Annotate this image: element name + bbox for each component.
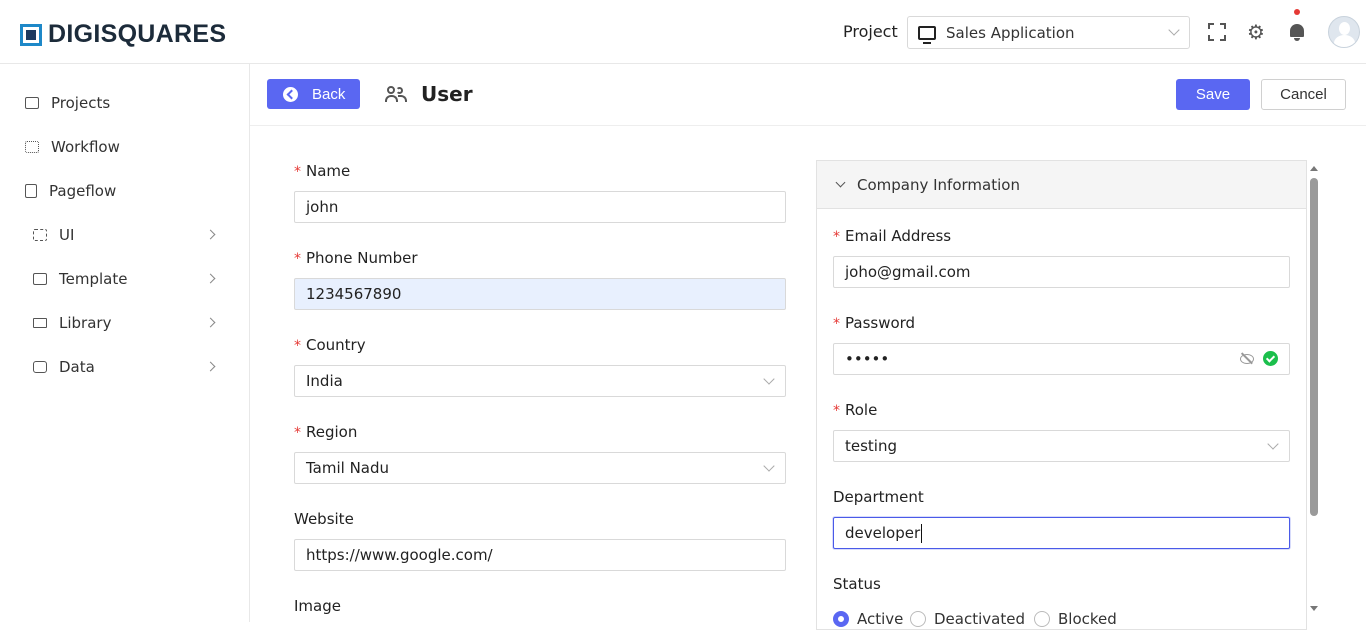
email-input[interactable]: joho@gmail.com (833, 256, 1290, 288)
role-label: * Role (833, 401, 878, 419)
chevron-down-icon (1168, 24, 1180, 36)
chevron-right-icon (205, 229, 216, 240)
workflow-icon (25, 141, 39, 153)
chevron-down-icon (763, 460, 775, 472)
sidebar: Projects Workflow Pageflow UI Template L… (0, 64, 250, 622)
brand-name: DIGISQUARES (48, 20, 227, 48)
department-label: Department (833, 488, 924, 506)
ui-grid-icon (33, 229, 47, 241)
phone-input[interactable]: 1234567890 (294, 278, 786, 310)
required-mark: * (294, 164, 301, 180)
project-label: Project (843, 22, 898, 41)
page-title: User (421, 82, 473, 106)
sidebar-item-ui[interactable]: UI (0, 220, 249, 250)
eye-off-icon[interactable] (1240, 352, 1254, 364)
folder-open-icon (25, 97, 39, 109)
country-label: * Country (294, 336, 366, 354)
role-select[interactable]: testing (833, 430, 1290, 462)
phone-label: * Phone Number (294, 249, 418, 267)
notification-dot (1294, 9, 1300, 15)
status-radio-deactivated[interactable] (910, 611, 926, 627)
chevron-right-icon (205, 317, 216, 328)
sidebar-item-label: Projects (51, 94, 111, 112)
pageflow-icon (25, 184, 37, 198)
department-input[interactable]: developer (833, 517, 1290, 549)
scroll-down-arrow-icon[interactable] (1310, 606, 1318, 611)
status-radio-blocked[interactable] (1034, 611, 1050, 627)
logo-mark-icon (20, 23, 42, 46)
sidebar-item-workflow[interactable]: Workflow (0, 132, 249, 162)
chevron-right-icon (205, 361, 216, 372)
scroll-thumb[interactable] (1310, 178, 1318, 516)
website-label: Website (294, 510, 354, 528)
sidebar-item-pageflow[interactable]: Pageflow (0, 176, 249, 206)
brand-logo[interactable]: DIGISQUARES (20, 20, 226, 49)
sidebar-item-template[interactable]: Template (0, 264, 249, 294)
chevron-down-icon (763, 373, 775, 385)
back-button-label: Back (312, 85, 346, 103)
panel-title: Company Information (857, 175, 1020, 194)
sidebar-item-label: UI (59, 226, 75, 244)
sidebar-item-library[interactable]: Library (0, 308, 249, 338)
users-icon (385, 86, 407, 102)
scroll-up-arrow-icon[interactable] (1310, 166, 1318, 171)
panel-scrollbar[interactable] (1307, 160, 1322, 622)
password-label: * Password (833, 314, 916, 332)
sidebar-item-label: Template (59, 270, 128, 288)
data-icon (33, 361, 47, 373)
check-circle-icon (1263, 351, 1278, 366)
required-mark: * (294, 251, 301, 267)
back-button[interactable]: Back (267, 79, 360, 109)
password-input[interactable]: ••••• (833, 343, 1290, 375)
top-bar: DIGISQUARES Project Sales Application ⚙ (0, 0, 1366, 64)
bell-icon[interactable] (1287, 22, 1307, 42)
template-icon (33, 273, 47, 285)
status-option-label: Active (857, 610, 904, 628)
sidebar-item-projects[interactable]: Projects (0, 88, 249, 118)
sidebar-item-label: Workflow (51, 138, 120, 156)
fullscreen-icon[interactable] (1207, 22, 1227, 42)
sidebar-item-label: Pageflow (49, 182, 117, 200)
required-mark: * (294, 425, 301, 441)
chevron-right-icon (205, 273, 216, 284)
save-button[interactable]: Save (1176, 79, 1250, 110)
project-select[interactable]: Sales Application (907, 16, 1190, 49)
sidebar-item-data[interactable]: Data (0, 352, 249, 382)
avatar[interactable] (1328, 16, 1360, 48)
chevron-down-icon (1267, 438, 1279, 450)
website-input[interactable]: https://www.google.com/ (294, 539, 786, 571)
status-option-label: Blocked (1058, 610, 1117, 628)
page-header: Back User Save Cancel (250, 64, 1366, 126)
status-label: Status (833, 575, 881, 593)
status-radio-active[interactable] (833, 611, 849, 627)
arrow-left-circle-icon (283, 86, 298, 102)
text-caret (921, 523, 923, 543)
country-select[interactable]: India (294, 365, 786, 397)
status-option-label: Deactivated (934, 610, 1025, 628)
image-label: Image (294, 597, 341, 615)
required-mark: * (833, 403, 840, 419)
library-icon (33, 318, 47, 328)
sidebar-item-label: Data (59, 358, 95, 376)
name-input[interactable]: john (294, 191, 786, 223)
required-mark: * (833, 316, 840, 332)
monitor-icon (918, 25, 936, 44)
project-select-value: Sales Application (946, 23, 1075, 42)
region-select[interactable]: Tamil Nadu (294, 452, 786, 484)
region-label: * Region (294, 423, 358, 441)
chevron-down-icon (835, 177, 846, 188)
panel-header[interactable]: Company Information (817, 161, 1306, 209)
sidebar-item-label: Library (59, 314, 112, 332)
email-label: * Email Address (833, 227, 952, 245)
name-label: * Name (294, 162, 351, 180)
cancel-button[interactable]: Cancel (1261, 79, 1346, 110)
gear-icon[interactable]: ⚙ (1246, 22, 1266, 42)
required-mark: * (294, 338, 301, 354)
required-mark: * (833, 229, 840, 245)
